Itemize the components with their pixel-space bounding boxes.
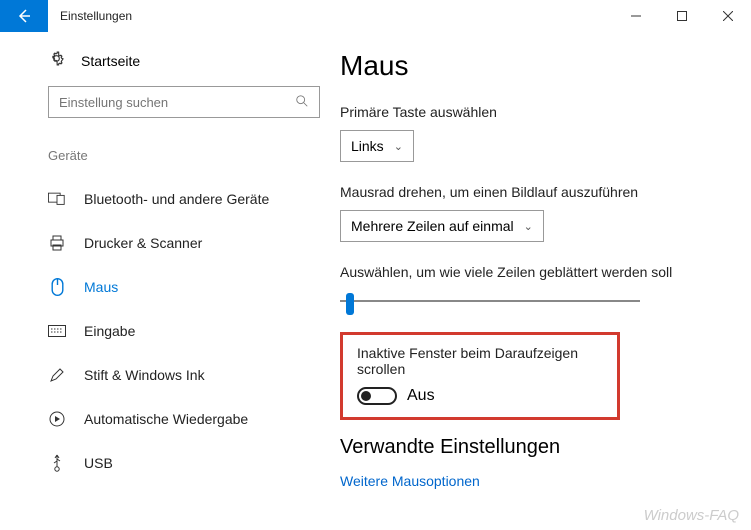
wheel-scroll-label: Mausrad drehen, um einen Bildlauf auszuf… — [340, 184, 729, 200]
maximize-button[interactable] — [659, 0, 705, 32]
toggle-knob — [361, 391, 371, 401]
sidebar-item-label: Maus — [84, 279, 118, 295]
page-title: Maus — [340, 50, 729, 82]
sidebar-item-label: Stift & Windows Ink — [84, 367, 205, 383]
sidebar-item-label: Automatische Wiedergabe — [84, 411, 248, 427]
back-button[interactable] — [0, 0, 48, 32]
search-box[interactable] — [48, 86, 320, 118]
usb-icon — [48, 454, 66, 472]
wheel-scroll-select[interactable]: Mehrere Zeilen auf einmal ⌄ — [340, 210, 544, 242]
sidebar-item-autoplay[interactable]: Automatische Wiedergabe — [48, 397, 320, 441]
sidebar-item-label: Eingabe — [84, 323, 135, 339]
main-panel: Maus Primäre Taste auswählen Links ⌄ Mau… — [340, 32, 751, 530]
home-label: Startseite — [81, 53, 140, 69]
more-mouse-options-link[interactable]: Weitere Mausoptionen — [340, 473, 729, 489]
primary-button-select[interactable]: Links ⌄ — [340, 130, 414, 162]
sidebar-item-typing[interactable]: Eingabe — [48, 309, 320, 353]
sidebar-item-label: Bluetooth- und andere Geräte — [84, 191, 269, 207]
sidebar-item-bluetooth[interactable]: Bluetooth- und andere Geräte — [48, 177, 320, 221]
keyboard-icon — [48, 325, 66, 337]
sidebar-item-label: Drucker & Scanner — [84, 235, 202, 251]
lines-slider[interactable] — [340, 290, 640, 314]
lines-label: Auswählen, um wie viele Zeilen geblätter… — [340, 264, 729, 280]
toggle-state: Aus — [407, 387, 435, 405]
slider-thumb[interactable] — [346, 293, 354, 315]
primary-button-label: Primäre Taste auswählen — [340, 104, 729, 120]
pen-icon — [48, 367, 66, 383]
minimize-button[interactable] — [613, 0, 659, 32]
sidebar: Startseite Geräte Bluetooth- und andere … — [0, 32, 340, 530]
search-input[interactable] — [59, 95, 295, 110]
titlebar: Einstellungen — [0, 0, 751, 32]
highlight-box: Inaktive Fenster beim Daraufzeigen scrol… — [340, 332, 620, 420]
sidebar-item-pen[interactable]: Stift & Windows Ink — [48, 353, 320, 397]
window-title: Einstellungen — [48, 0, 144, 32]
inactive-scroll-toggle[interactable] — [357, 387, 397, 405]
home-link[interactable]: Startseite — [48, 50, 320, 72]
autoplay-icon — [48, 411, 66, 427]
select-value: Mehrere Zeilen auf einmal — [351, 218, 514, 234]
search-icon — [295, 94, 309, 111]
sidebar-item-usb[interactable]: USB — [48, 441, 320, 485]
chevron-down-icon: ⌄ — [524, 220, 533, 233]
category-label: Geräte — [48, 148, 320, 163]
related-heading: Verwandte Einstellungen — [340, 436, 729, 459]
select-value: Links — [351, 138, 384, 154]
printer-icon — [48, 235, 66, 251]
devices-icon — [48, 192, 66, 206]
gear-icon — [48, 50, 65, 72]
slider-track — [340, 300, 640, 302]
sidebar-item-printers[interactable]: Drucker & Scanner — [48, 221, 320, 265]
sidebar-item-label: USB — [84, 455, 113, 471]
watermark: Windows-FAQ — [644, 507, 739, 524]
chevron-down-icon: ⌄ — [394, 140, 403, 153]
sidebar-item-mouse[interactable]: Maus — [48, 265, 320, 309]
mouse-icon — [48, 278, 66, 296]
close-button[interactable] — [705, 0, 751, 32]
inactive-scroll-label: Inaktive Fenster beim Daraufzeigen scrol… — [357, 345, 603, 377]
